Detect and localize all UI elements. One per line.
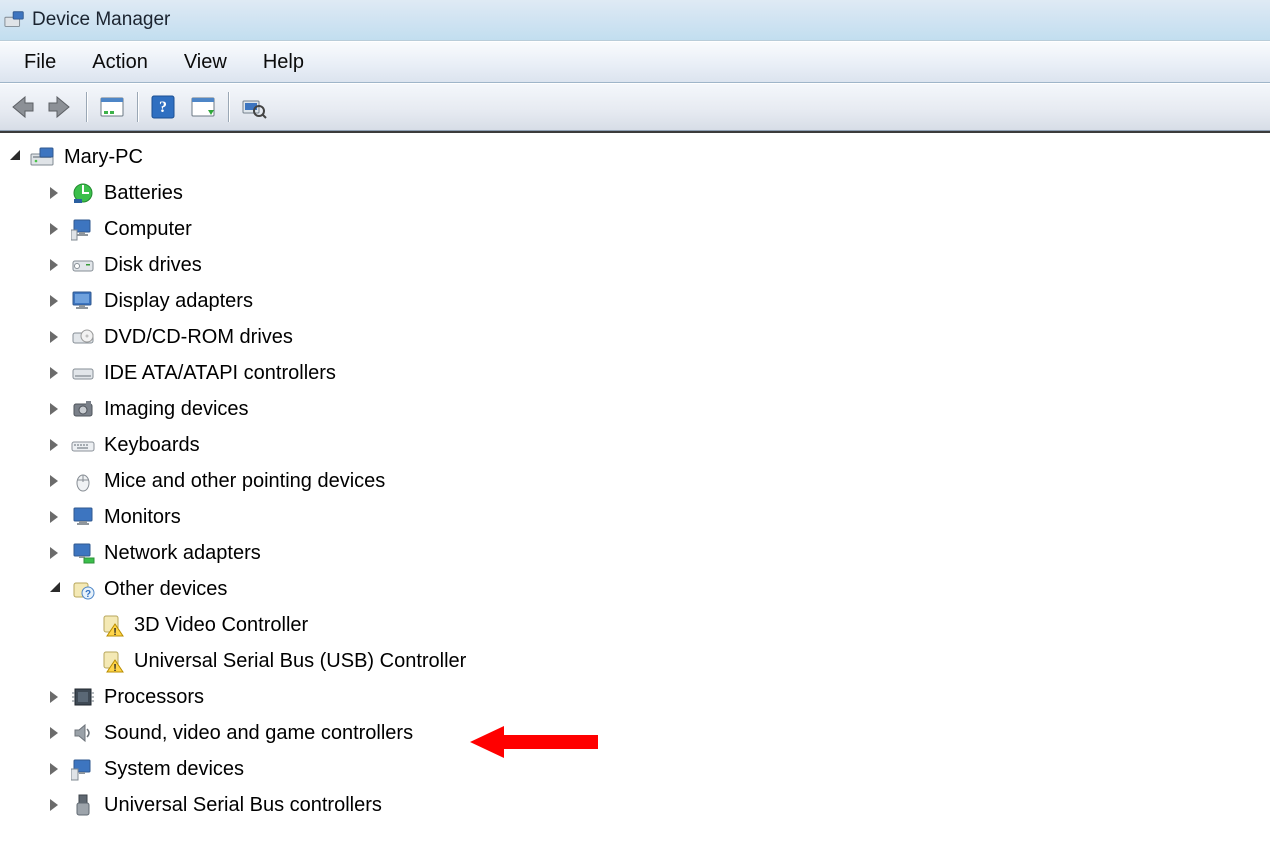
expand-toggle-icon[interactable] bbox=[50, 366, 64, 380]
expand-toggle-icon[interactable] bbox=[50, 690, 64, 704]
expand-toggle-icon[interactable] bbox=[50, 726, 64, 740]
device-tree: Mary-PC Batteries Computer Disk drives bbox=[10, 139, 1268, 823]
expand-toggle-icon[interactable] bbox=[50, 186, 64, 200]
tree-item-network[interactable]: Network adapters bbox=[50, 535, 1268, 571]
toolbar-separator bbox=[86, 92, 87, 122]
warning-device-icon bbox=[100, 613, 126, 637]
tree-item-system-devices[interactable]: System devices bbox=[50, 751, 1268, 787]
tree-item-label: Disk drives bbox=[104, 247, 202, 283]
toolbar bbox=[0, 83, 1270, 131]
battery-icon bbox=[70, 181, 96, 205]
tree-item-label: Network adapters bbox=[104, 535, 261, 571]
tree-item-label: Imaging devices bbox=[104, 391, 249, 427]
tree-item-label: Computer bbox=[104, 211, 192, 247]
find-device-button[interactable] bbox=[237, 90, 271, 124]
tree-item-processors[interactable]: Processors bbox=[50, 679, 1268, 715]
dvd-icon bbox=[70, 325, 96, 349]
expand-toggle-icon[interactable] bbox=[50, 798, 64, 812]
window-title: Device Manager bbox=[32, 9, 170, 31]
back-button[interactable] bbox=[4, 90, 38, 124]
expand-toggle-icon[interactable] bbox=[50, 402, 64, 416]
tree-item-ide[interactable]: IDE ATA/ATAPI controllers bbox=[50, 355, 1268, 391]
tree-item-label: Mice and other pointing devices bbox=[104, 463, 385, 499]
tree-item-monitors[interactable]: Monitors bbox=[50, 499, 1268, 535]
display-icon bbox=[70, 289, 96, 313]
tree-item-usb-controllers[interactable]: Universal Serial Bus controllers bbox=[50, 787, 1268, 823]
tree-item-sound-video-game[interactable]: Sound, video and game controllers bbox=[50, 715, 1268, 751]
tree-item-usb-controller-unknown[interactable]: Universal Serial Bus (USB) Controller bbox=[100, 643, 1268, 679]
expand-toggle-icon[interactable] bbox=[50, 546, 64, 560]
imaging-icon bbox=[70, 397, 96, 421]
tree-item-batteries[interactable]: Batteries bbox=[50, 175, 1268, 211]
menu-bar: File Action View Help bbox=[0, 41, 1270, 83]
system-icon bbox=[70, 757, 96, 781]
tree-item-label: Other devices bbox=[104, 571, 227, 607]
sound-icon bbox=[70, 721, 96, 745]
mouse-icon bbox=[70, 469, 96, 493]
usb-icon bbox=[70, 793, 96, 817]
tree-item-3d-video-controller[interactable]: 3D Video Controller bbox=[100, 607, 1268, 643]
ide-icon bbox=[70, 361, 96, 385]
tree-root-label: Mary-PC bbox=[64, 139, 143, 175]
other-icon bbox=[70, 577, 96, 601]
annotation-arrow-icon bbox=[470, 722, 600, 762]
tree-root[interactable]: Mary-PC bbox=[10, 139, 1268, 175]
tree-item-label: DVD/CD-ROM drives bbox=[104, 319, 293, 355]
help-button[interactable] bbox=[146, 90, 180, 124]
tree-item-mice[interactable]: Mice and other pointing devices bbox=[50, 463, 1268, 499]
properties-button[interactable] bbox=[95, 90, 129, 124]
tree-item-disk-drives[interactable]: Disk drives bbox=[50, 247, 1268, 283]
warning-device-icon bbox=[100, 649, 126, 673]
menu-action[interactable]: Action bbox=[74, 47, 166, 78]
menu-file[interactable]: File bbox=[6, 47, 74, 78]
tree-item-label: Universal Serial Bus controllers bbox=[104, 787, 382, 823]
toolbar-separator bbox=[137, 92, 138, 122]
tree-item-label: Monitors bbox=[104, 499, 181, 535]
tree-item-label: Batteries bbox=[104, 175, 183, 211]
tree-item-label: Keyboards bbox=[104, 427, 200, 463]
expand-toggle-icon[interactable] bbox=[50, 762, 64, 776]
forward-button[interactable] bbox=[44, 90, 78, 124]
menu-view[interactable]: View bbox=[166, 47, 245, 78]
tree-item-display-adapters[interactable]: Display adapters bbox=[50, 283, 1268, 319]
tree-item-imaging[interactable]: Imaging devices bbox=[50, 391, 1268, 427]
tree-item-dvd-cdrom[interactable]: DVD/CD-ROM drives bbox=[50, 319, 1268, 355]
device-tree-panel[interactable]: Mary-PC Batteries Computer Disk drives bbox=[0, 131, 1270, 852]
cpu-icon bbox=[70, 685, 96, 709]
expand-toggle-icon[interactable] bbox=[50, 438, 64, 452]
tree-item-computer[interactable]: Computer bbox=[50, 211, 1268, 247]
expand-toggle-icon[interactable] bbox=[50, 294, 64, 308]
device-manager-window: Device Manager File Action View Help Mar… bbox=[0, 0, 1270, 852]
tree-item-label: Processors bbox=[104, 679, 204, 715]
tree-item-label: System devices bbox=[104, 751, 244, 787]
expand-toggle-icon[interactable] bbox=[50, 330, 64, 344]
computer-icon bbox=[70, 217, 96, 241]
computer-root-icon bbox=[30, 145, 56, 169]
expand-toggle-icon[interactable] bbox=[50, 258, 64, 272]
expand-toggle-icon[interactable] bbox=[50, 474, 64, 488]
scan-button[interactable] bbox=[186, 90, 220, 124]
tree-item-keyboards[interactable]: Keyboards bbox=[50, 427, 1268, 463]
toolbar-separator bbox=[228, 92, 229, 122]
expand-toggle-icon[interactable] bbox=[50, 582, 64, 596]
tree-item-label: Sound, video and game controllers bbox=[104, 715, 413, 751]
menu-help[interactable]: Help bbox=[245, 47, 322, 78]
tree-item-label: Universal Serial Bus (USB) Controller bbox=[134, 643, 466, 679]
title-bar-icon bbox=[4, 9, 26, 31]
tree-item-label: Display adapters bbox=[104, 283, 253, 319]
tree-item-other-devices[interactable]: Other devices bbox=[50, 571, 1268, 607]
network-icon bbox=[70, 541, 96, 565]
tree-item-label: IDE ATA/ATAPI controllers bbox=[104, 355, 336, 391]
monitor-icon bbox=[70, 505, 96, 529]
keyboard-icon bbox=[70, 433, 96, 457]
expand-toggle-icon[interactable] bbox=[50, 222, 64, 236]
expand-toggle-icon[interactable] bbox=[50, 510, 64, 524]
title-bar[interactable]: Device Manager bbox=[0, 0, 1270, 41]
disk-icon bbox=[70, 253, 96, 277]
tree-item-label: 3D Video Controller bbox=[134, 607, 308, 643]
expand-toggle-icon[interactable] bbox=[10, 150, 24, 164]
